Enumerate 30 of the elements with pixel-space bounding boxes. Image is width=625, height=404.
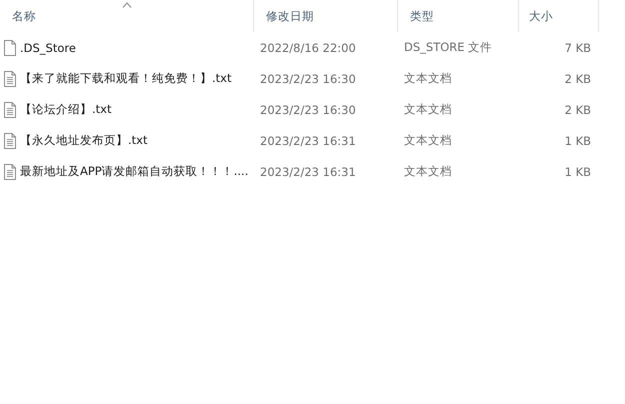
modified-date: 2023/2/23 16:31 bbox=[260, 134, 356, 148]
modified-date: 2023/2/23 16:30 bbox=[260, 72, 356, 86]
file-size: 7 KB bbox=[564, 40, 591, 54]
file-type: 文本文档 bbox=[404, 102, 452, 117]
column-header[interactable]: 修改日期 bbox=[254, 0, 398, 32]
text-file-icon bbox=[4, 132, 16, 148]
modified-date: 2022/8/16 22:00 bbox=[260, 40, 356, 54]
file-size: 2 KB bbox=[564, 72, 591, 86]
file-size: 1 KB bbox=[564, 164, 591, 178]
file-icon bbox=[4, 40, 16, 56]
sort-ascending-icon bbox=[122, 2, 132, 8]
file-size: 1 KB bbox=[564, 134, 591, 148]
file-name[interactable]: 最新地址及APP请发邮箱自动获取！！！.... bbox=[20, 164, 248, 179]
file-type: 文本文档 bbox=[404, 164, 452, 179]
file-type: DS_STORE 文件 bbox=[404, 40, 492, 55]
column-header[interactable]: 名称 bbox=[0, 0, 254, 32]
text-file-icon bbox=[4, 164, 16, 180]
text-file-icon bbox=[4, 102, 16, 118]
modified-date: 2023/2/23 16:31 bbox=[260, 164, 356, 178]
file-type: 文本文档 bbox=[404, 71, 452, 86]
column-header[interactable]: 类型 bbox=[398, 0, 519, 32]
file-type: 文本文档 bbox=[404, 133, 452, 148]
file-name[interactable]: .DS_Store bbox=[20, 40, 76, 54]
file-name[interactable]: 【论坛介绍】.txt bbox=[20, 102, 112, 117]
modified-date: 2023/2/23 16:30 bbox=[260, 102, 356, 116]
text-file-icon bbox=[4, 70, 16, 86]
file-size: 2 KB bbox=[564, 102, 591, 116]
file-name[interactable]: 【来了就能下载和观看！纯免费！】.txt bbox=[20, 71, 232, 86]
column-header[interactable]: 大小 bbox=[519, 0, 599, 32]
file-name[interactable]: 【永久地址发布页】.txt bbox=[20, 133, 148, 148]
